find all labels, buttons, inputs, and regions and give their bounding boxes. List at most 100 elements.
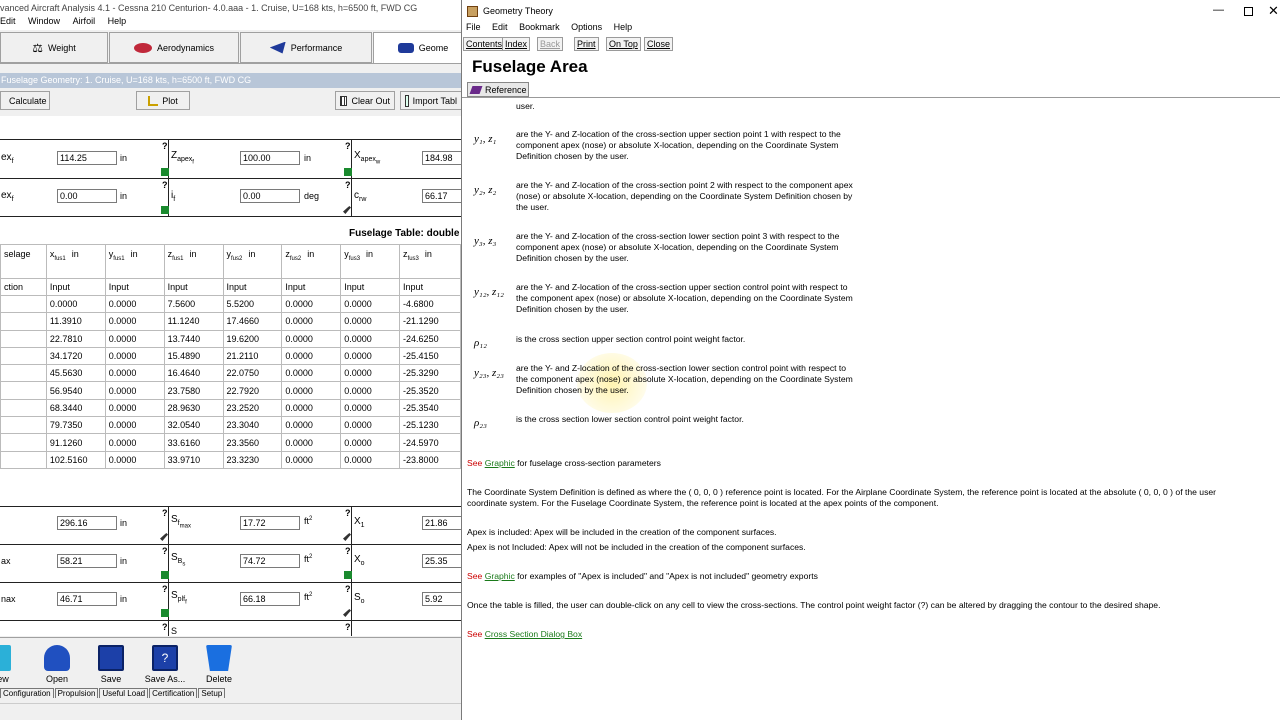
menu-help[interactable]: Help — [108, 16, 127, 26]
table-cell[interactable] — [0, 329, 47, 348]
table-cell[interactable] — [0, 346, 47, 366]
table-cell[interactable]: 91.1260 — [45, 433, 106, 452]
table-cell[interactable]: 23.2520 — [222, 398, 283, 418]
table-cell[interactable]: 0.0000 — [281, 450, 342, 469]
tab-setup[interactable]: Setup — [198, 688, 226, 698]
table-row[interactable]: 102.5160 0.0000 33.9710 23.3230 0.0000 0.0000… — [0, 450, 461, 469]
index-button[interactable]: Index — [502, 37, 531, 51]
table-cell[interactable]: 0.0000 — [104, 416, 165, 435]
table-cell[interactable]: 0.0000 — [340, 364, 401, 383]
apex-z-field[interactable]: 100.00 — [240, 151, 300, 165]
table-row[interactable]: 11.3910 0.0000 11.1240 17.4660 0.0000 0.0000-… — [0, 312, 461, 331]
save-button[interactable]: Save — [89, 642, 133, 686]
table-cell[interactable]: 23.3230 — [222, 450, 283, 469]
minimize-icon[interactable]: — — [1213, 4, 1224, 16]
root-chord-field[interactable]: 66.17 — [422, 189, 461, 203]
table-cell[interactable]: -23.8000 — [399, 450, 461, 469]
help-icon[interactable]: ? — [345, 546, 351, 556]
module-aerodynamics[interactable]: Aerodynamics — [109, 32, 239, 63]
table-cell[interactable]: 33.6160 — [163, 433, 224, 452]
help-menu-options[interactable]: Options — [571, 22, 602, 32]
calculate-button[interactable]: Calculate — [0, 91, 50, 110]
reference-button[interactable]: Reference — [467, 82, 529, 97]
table-row[interactable]: 22.7810 0.0000 13.7440 19.6200 0.0000 0.0000-… — [0, 329, 461, 348]
menu-airfoil[interactable]: Airfoil — [73, 16, 96, 26]
table-cell[interactable] — [0, 433, 47, 452]
fuselage-table[interactable]: selageinxfus1inyfus1inzfus1inyfus2inzfus… — [0, 244, 461, 469]
table-cell[interactable]: 22.0750 — [222, 364, 283, 383]
help-icon[interactable]: ? — [345, 508, 351, 518]
close-icon[interactable]: ✕ — [1268, 3, 1279, 19]
menu-edit[interactable]: Edit — [0, 16, 16, 26]
table-cell[interactable]: 0.0000 — [281, 364, 342, 383]
help-menu-bookmark[interactable]: Bookmark — [519, 22, 560, 32]
table-cell[interactable]: 23.3560 — [222, 433, 283, 452]
table-cell[interactable]: 0.0000 — [104, 450, 165, 469]
incidence-field[interactable]: 0.00 — [240, 189, 300, 203]
help-icon[interactable]: ? — [162, 546, 168, 556]
help-icon[interactable]: ? — [162, 622, 168, 632]
table-cell[interactable]: 23.7580 — [163, 381, 224, 400]
table-cell[interactable]: 0.0000 — [281, 398, 342, 418]
help-icon[interactable]: ? — [162, 141, 168, 151]
table-cell[interactable]: 0.0000 — [281, 346, 342, 366]
apex-x-wing-field[interactable]: 184.98 — [422, 151, 461, 165]
close-button[interactable]: Close — [644, 37, 674, 51]
table-cell[interactable]: 0.0000 — [281, 416, 342, 435]
table-cell[interactable]: -21.1290 — [399, 312, 461, 331]
table-cell[interactable]: 11.1240 — [163, 312, 224, 331]
table-cell[interactable]: 45.5630 — [45, 364, 106, 383]
help-icon[interactable]: ? — [162, 508, 168, 518]
table-cell[interactable]: 0.0000 — [104, 312, 165, 331]
table-cell[interactable]: -25.1230 — [399, 416, 461, 435]
table-cell[interactable]: 32.0540 — [163, 416, 224, 435]
import-table-button[interactable]: Import Tabl — [400, 91, 461, 110]
table-cell[interactable]: 0.0000 — [45, 294, 106, 314]
table-cell[interactable]: 15.4890 — [163, 346, 224, 366]
tab-configuration[interactable]: Configuration — [0, 688, 54, 698]
table-cell[interactable]: 0.0000 — [340, 398, 401, 418]
tab-useful-load[interactable]: Useful Load — [99, 688, 149, 698]
table-cell[interactable]: 0.0000 — [340, 294, 401, 314]
save-as-button[interactable]: ? Save As... — [143, 642, 187, 686]
help-icon[interactable]: ? — [345, 180, 351, 190]
open-button[interactable]: Open — [35, 642, 79, 686]
table-cell[interactable]: 102.5160 — [45, 450, 106, 469]
table-row[interactable]: 68.3440 0.0000 28.9630 23.2520 0.0000 0.0000-… — [0, 398, 461, 418]
module-geometry[interactable]: Geome — [373, 32, 461, 63]
help-icon[interactable]: ? — [345, 622, 351, 632]
table-cell[interactable]: 56.9540 — [45, 381, 106, 400]
table-cell[interactable]: 0.0000 — [340, 346, 401, 366]
table-cell[interactable]: 0.0000 — [281, 312, 342, 331]
maximize-icon[interactable] — [1244, 7, 1253, 16]
table-cell[interactable]: 16.4640 — [163, 364, 224, 383]
help-icon[interactable]: ? — [162, 180, 168, 190]
help-icon[interactable]: ? — [345, 584, 351, 594]
table-row[interactable]: 34.1720 0.0000 15.4890 21.2110 0.0000 0.0000-… — [0, 346, 461, 366]
delete-button[interactable]: Delete — [197, 642, 241, 686]
cross-section-dialog-link[interactable]: Cross Section Dialog Box — [485, 629, 582, 639]
table-cell[interactable]: -25.3290 — [399, 364, 461, 383]
table-cell[interactable] — [0, 416, 47, 435]
menu-window[interactable]: Window — [28, 16, 60, 26]
graphic-link[interactable]: Graphic — [485, 458, 515, 468]
table-cell[interactable]: 13.7440 — [163, 329, 224, 348]
table-cell[interactable]: 11.3910 — [45, 312, 106, 331]
table-row[interactable]: 56.9540 0.0000 23.7580 22.7920 0.0000 0.0000-… — [0, 381, 461, 400]
table-cell[interactable]: 34.1720 — [45, 346, 106, 366]
table-cell[interactable]: 21.2110 — [222, 346, 283, 366]
table-cell[interactable] — [0, 450, 47, 469]
table-cell[interactable]: 28.9630 — [163, 398, 224, 418]
table-cell[interactable]: 0.0000 — [104, 329, 165, 348]
table-cell[interactable]: 7.5600 — [163, 294, 224, 314]
table-cell[interactable] — [0, 364, 47, 383]
table-cell[interactable]: 0.0000 — [340, 433, 401, 452]
module-performance[interactable]: Performance — [240, 32, 372, 63]
table-cell[interactable]: -25.3520 — [399, 381, 461, 400]
print-button[interactable]: Print — [574, 37, 599, 51]
clear-out-button[interactable]: Clear Out — [335, 91, 395, 110]
table-cell[interactable]: 22.7810 — [45, 329, 106, 348]
table-cell[interactable]: 0.0000 — [340, 450, 401, 469]
table-cell[interactable]: 22.7920 — [222, 381, 283, 400]
table-cell[interactable] — [0, 398, 47, 418]
